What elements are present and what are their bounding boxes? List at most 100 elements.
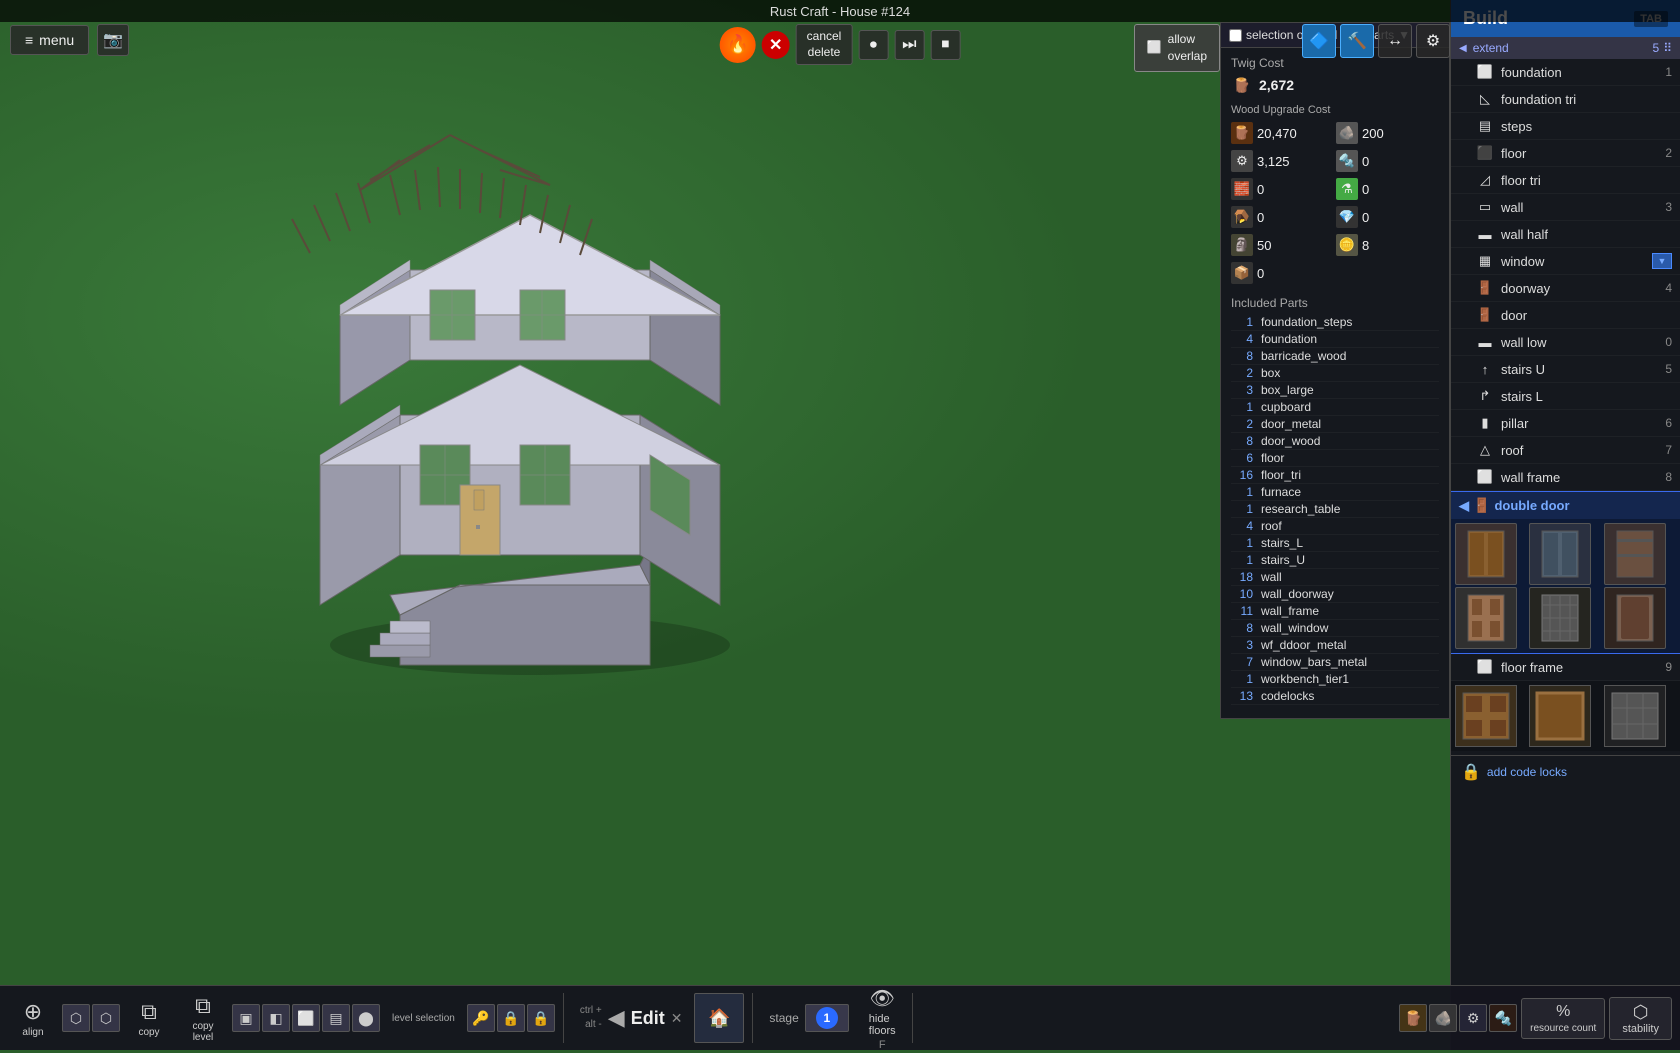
resource-icon-4[interactable]: 🔩 — [1489, 1004, 1517, 1032]
build-item-foundation[interactable]: ⬜ foundation 1 — [1451, 59, 1680, 86]
build-item-steps[interactable]: ▤ steps — [1451, 113, 1680, 140]
build-item-floor[interactable]: ⬛ floor 2 — [1451, 140, 1680, 167]
door-variant-6[interactable] — [1604, 587, 1666, 649]
resource-icon-2[interactable]: 🪨 — [1429, 1004, 1457, 1032]
align-icon: ⊕ — [24, 999, 42, 1025]
3d-icon-2[interactable]: ⬡ — [92, 1004, 120, 1032]
build-item-wall[interactable]: ▭ wall 3 — [1451, 194, 1680, 221]
stone-icon: 🪨 — [1336, 122, 1358, 144]
stage-mode-icon[interactable]: 🏠 — [694, 993, 744, 1043]
doorway-count: 4 — [1652, 281, 1672, 295]
r7-icon: 🪤 — [1231, 206, 1253, 228]
house-viewport[interactable] — [100, 80, 950, 730]
build-item-doorway[interactable]: 🚪 doorway 4 — [1451, 275, 1680, 302]
floor-frame-label: floor frame — [1501, 660, 1563, 675]
edit-prev-button[interactable]: ◀ — [608, 1005, 625, 1031]
resource-icon-3[interactable]: ⚙ — [1459, 1004, 1487, 1032]
wood-icon: 🪵 — [1231, 122, 1253, 144]
build-item-foundation-tri[interactable]: ◺ foundation tri — [1451, 86, 1680, 113]
build-item-floor-frame[interactable]: ⬜ floor frame 9 — [1451, 654, 1680, 681]
door-variant-2[interactable] — [1529, 523, 1591, 585]
build-item-wall-half[interactable]: ▬ wall half — [1451, 221, 1680, 248]
camera-button[interactable]: 📷 — [97, 24, 129, 56]
allow-overlap-button[interactable]: ⬜ allowoverlap — [1134, 24, 1220, 72]
fast-forward-button[interactable]: ⏭ — [894, 30, 924, 60]
edit-mode-icon-2[interactable]: 🔒 — [497, 1004, 525, 1032]
build-item-wall-frame[interactable]: ⬜ wall frame 8 — [1451, 464, 1680, 491]
build-item-door[interactable]: 🚪 door — [1451, 302, 1680, 329]
hide-floors-label: hidefloors — [869, 1013, 896, 1037]
resource-icon-1[interactable]: 🪵 — [1399, 1004, 1427, 1032]
level-icon-1[interactable]: ▣ — [232, 1004, 260, 1032]
stability-button[interactable]: ⬡ stability — [1609, 997, 1672, 1040]
build-item-floor-tri[interactable]: ◿ floor tri — [1451, 167, 1680, 194]
copy-button[interactable]: ⧉ copy — [124, 994, 174, 1043]
house-3d-view — [200, 105, 850, 705]
right-tools: 🪵 🪨 ⚙ 🔩 % resource count ⬡ stability — [1399, 997, 1672, 1040]
cancel-delete-label[interactable]: cancel delete — [796, 24, 853, 65]
stop-button[interactable]: ⏹ — [930, 30, 960, 60]
edit-mode-icon-1[interactable]: 🔑 — [467, 1004, 495, 1032]
part-cupboard: 1 cupboard — [1231, 399, 1439, 416]
part-door-wood: 8 door_wood — [1231, 433, 1439, 450]
level-icon-5[interactable]: ⬤ — [352, 1004, 380, 1032]
floor-variant-1[interactable] — [1455, 685, 1517, 747]
level-icon-4[interactable]: ▤ — [322, 1004, 350, 1032]
build-item-pillar[interactable]: ▮ pillar 6 — [1451, 410, 1680, 437]
select-tool-button[interactable]: 🔷 — [1302, 24, 1336, 58]
build-item-roof[interactable]: △ roof 7 — [1451, 437, 1680, 464]
resource-count-button[interactable]: % resource count — [1521, 998, 1605, 1039]
stairs-u-label: stairs U — [1501, 362, 1545, 377]
foundation-tri-icon: ◺ — [1475, 89, 1495, 109]
door-variant-5[interactable] — [1529, 587, 1591, 649]
part-wall: 18 wall — [1231, 569, 1439, 586]
floor-variant-3[interactable] — [1604, 685, 1666, 747]
total-row: 117 Total — [1231, 705, 1439, 710]
rotate-tool-button[interactable]: ↔ — [1378, 24, 1412, 58]
build-item-stairs-l[interactable]: ↱ stairs L — [1451, 383, 1680, 410]
record-button[interactable]: ⏺ — [858, 30, 888, 60]
window-controls: ▼ — [1652, 253, 1672, 269]
cancel-delete-button[interactable]: ✕ — [762, 31, 790, 59]
stage-label: stage — [769, 1011, 798, 1025]
build-tool-button[interactable]: 🔨 — [1340, 24, 1374, 58]
double-door-section: ◀ 🚪 double door — [1451, 491, 1680, 654]
3d-icon-1[interactable]: ⬡ — [62, 1004, 90, 1032]
double-door-header[interactable]: ◀ 🚪 double door — [1451, 492, 1680, 519]
part-floor: 6 floor — [1231, 450, 1439, 467]
edit-mode-icon-3[interactable]: 🔒 — [527, 1004, 555, 1032]
level-icon-3[interactable]: ⬜ — [292, 1004, 320, 1032]
door-variant-3[interactable] — [1604, 523, 1666, 585]
stage-display: 1 — [805, 1004, 849, 1032]
menu-button[interactable]: ≡ menu — [10, 25, 89, 55]
align-button[interactable]: ⊕ align — [8, 994, 58, 1043]
build-item-wall-low[interactable]: ▬ wall low 0 — [1451, 329, 1680, 356]
settings-tool-button[interactable]: ⚙ — [1416, 24, 1450, 58]
edit-close-button[interactable]: ✕ — [671, 1010, 683, 1027]
copy-icon: ⧉ — [141, 999, 157, 1025]
level-icon-2[interactable]: ◧ — [262, 1004, 290, 1032]
window-dropdown[interactable]: ▼ — [1652, 253, 1672, 269]
floor-variant-2[interactable] — [1529, 685, 1591, 747]
chevron-left-dd-icon: ◀ — [1459, 498, 1469, 514]
add-code-locks-button[interactable]: 🔒 add code locks — [1451, 755, 1680, 788]
selection-only-input[interactable] — [1229, 29, 1242, 42]
cancel-text: cancel — [807, 29, 842, 45]
tools-row: 🔷 🔨 ↔ ⚙ — [1302, 24, 1450, 58]
r10-value: 8 — [1362, 238, 1369, 253]
door-variant-1[interactable] — [1455, 523, 1517, 585]
hide-floors-button[interactable]: 👁 hidefloors F — [861, 984, 904, 1053]
wall-low-icon: ▬ — [1475, 332, 1495, 352]
add-code-locks-label: add code locks — [1487, 765, 1567, 779]
build-item-window[interactable]: ▦ window ▼ — [1451, 248, 1680, 275]
foundation-tri-label: foundation tri — [1501, 92, 1576, 107]
door-variant-4[interactable] — [1455, 587, 1517, 649]
edit-mode-icons: 🔑 🔒 🔒 — [467, 1004, 555, 1032]
build-item-stairs-u[interactable]: ↑ stairs U 5 — [1451, 356, 1680, 383]
copy-level-button[interactable]: ⧉ copylevel — [178, 988, 228, 1048]
chevron-left-icon: ◀ — [1459, 43, 1467, 54]
edit-label: Edit — [631, 1008, 665, 1029]
r9-value: 50 — [1257, 238, 1271, 253]
part-box-large: 3 box_large — [1231, 382, 1439, 399]
resource-r8: 💎 0 — [1336, 204, 1439, 230]
